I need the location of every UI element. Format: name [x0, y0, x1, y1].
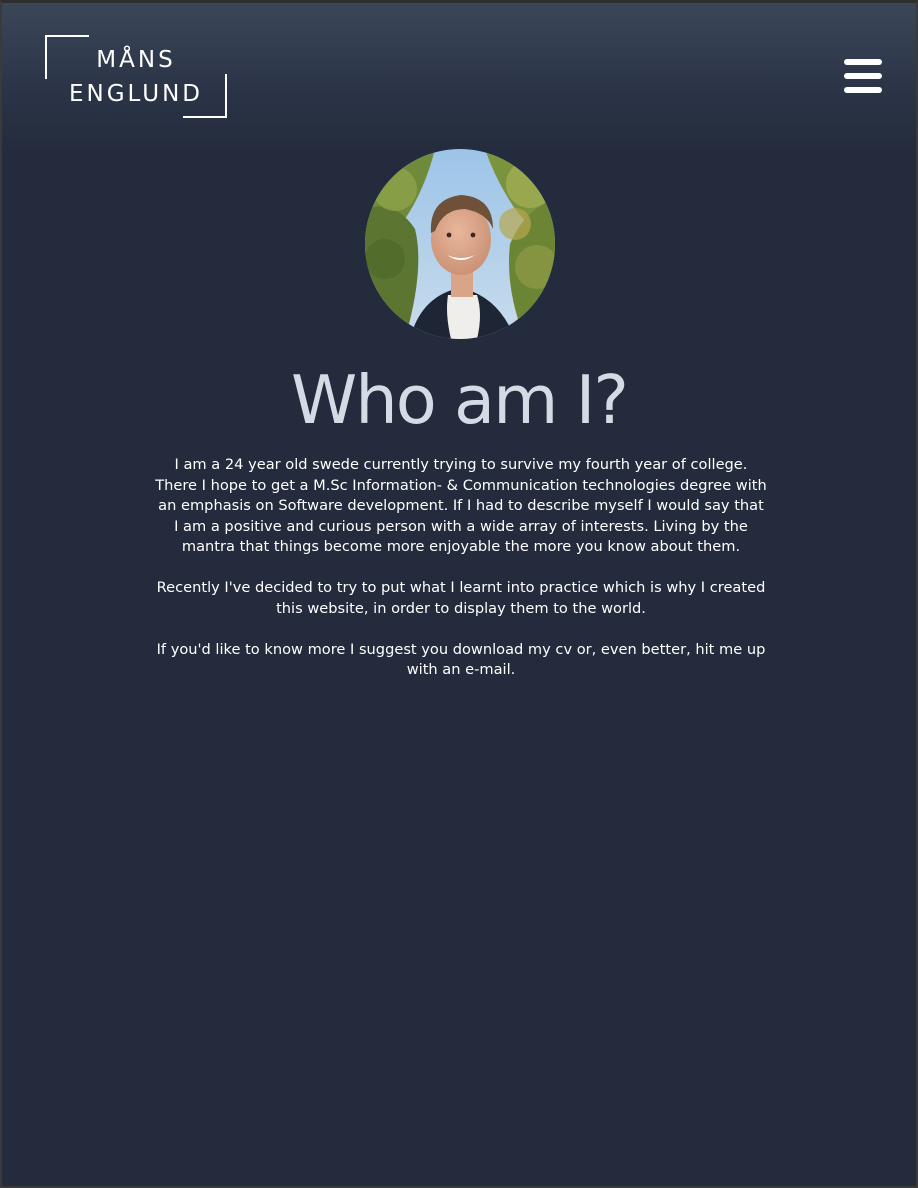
- bio-paragraph-contact: If you'd like to know more I suggest you…: [156, 640, 766, 679]
- hamburger-menu-icon[interactable]: [844, 59, 882, 95]
- bio-paragraph-website: Recently I've decided to try to put what…: [156, 579, 766, 617]
- bio-paragraph-intro: I am a 24 year old swede currently tryin…: [155, 456, 767, 555]
- site-logo[interactable]: MÅNS ENGLUND: [45, 35, 227, 118]
- logo-first-name: MÅNS: [96, 47, 176, 73]
- logo-last-name: ENGLUND: [69, 81, 203, 107]
- page-title: Who am I?: [291, 361, 629, 439]
- bio-text: I am a 24 year old swede currently tryin…: [154, 455, 768, 701]
- profile-photo: [365, 149, 555, 339]
